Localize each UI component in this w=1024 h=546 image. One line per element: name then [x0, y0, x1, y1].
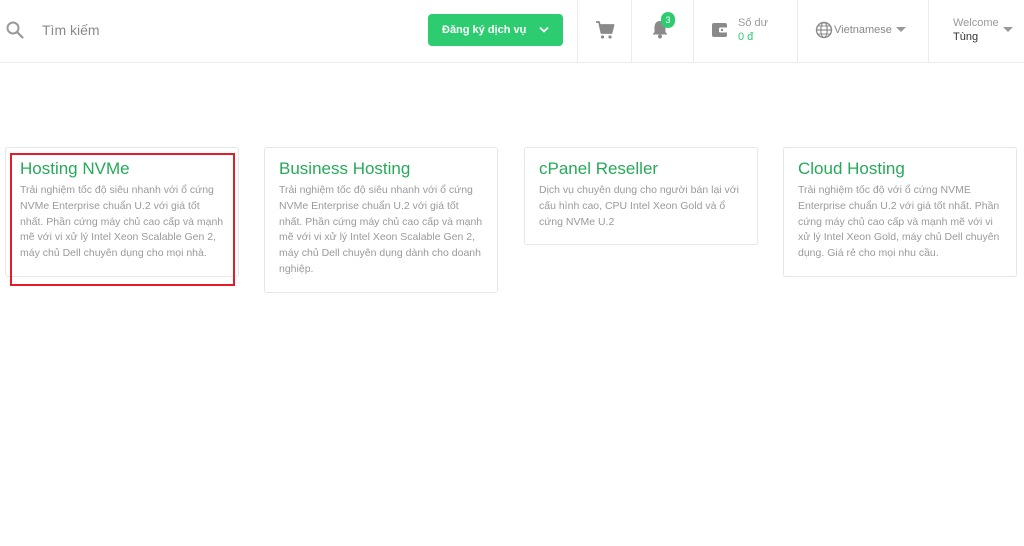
card-title[interactable]: Business Hosting	[279, 159, 483, 179]
header-divider	[631, 0, 632, 63]
card-title[interactable]: Hosting NVMe	[20, 159, 224, 179]
register-service-button[interactable]: Đăng ký dịch vụ	[428, 14, 563, 46]
caret-down-icon[interactable]	[1003, 27, 1013, 32]
welcome-label: Welcome	[953, 17, 999, 29]
language-selector[interactable]: Vietnamese	[834, 24, 892, 36]
caret-down-icon[interactable]	[896, 27, 906, 32]
header-divider	[577, 0, 578, 63]
user-name[interactable]: Tùng	[953, 31, 978, 43]
register-service-label: Đăng ký dịch vụ	[442, 24, 527, 36]
chevron-down-icon	[539, 27, 549, 33]
service-card-cloud-hosting[interactable]: Cloud Hosting Trải nghiệm tốc độ với ổ c…	[783, 147, 1017, 277]
header-divider	[693, 0, 694, 63]
top-header: Đăng ký dịch vụ 3 Số dư 0 đ Vietnamese W…	[0, 0, 1024, 63]
balance-value: 0 đ	[738, 31, 754, 43]
service-card-business-hosting[interactable]: Business Hosting Trải nghiệm tốc độ siêu…	[264, 147, 498, 293]
notification-count-badge: 3	[661, 12, 675, 28]
wallet-icon[interactable]	[711, 21, 729, 39]
card-description: Dịch vụ chuyên dụng cho người bán lại vớ…	[539, 184, 739, 228]
search-icon[interactable]	[6, 21, 24, 39]
card-description: Trải nghiệm tốc độ siêu nhanh với ổ cứng…	[20, 184, 224, 260]
header-divider	[928, 0, 929, 63]
service-card-cpanel-reseller[interactable]: cPanel Reseller Dịch vụ chuyên dụng cho …	[524, 147, 758, 246]
cart-icon[interactable]	[595, 20, 615, 40]
header-divider	[797, 0, 798, 63]
card-title[interactable]: cPanel Reseller	[539, 159, 743, 179]
card-description: Trải nghiệm tốc độ với ổ cứng NVME Enter…	[798, 184, 1000, 260]
card-description: Trải nghiệm tốc độ siêu nhanh với ổ cứng…	[279, 184, 483, 275]
balance-label: Số dư	[738, 17, 768, 29]
service-card-hosting-nvme[interactable]: Hosting NVMe Trải nghiệm tốc độ siêu nha…	[5, 147, 239, 277]
card-title[interactable]: Cloud Hosting	[798, 159, 1002, 179]
globe-icon[interactable]	[815, 21, 833, 39]
search-input[interactable]	[42, 18, 342, 42]
